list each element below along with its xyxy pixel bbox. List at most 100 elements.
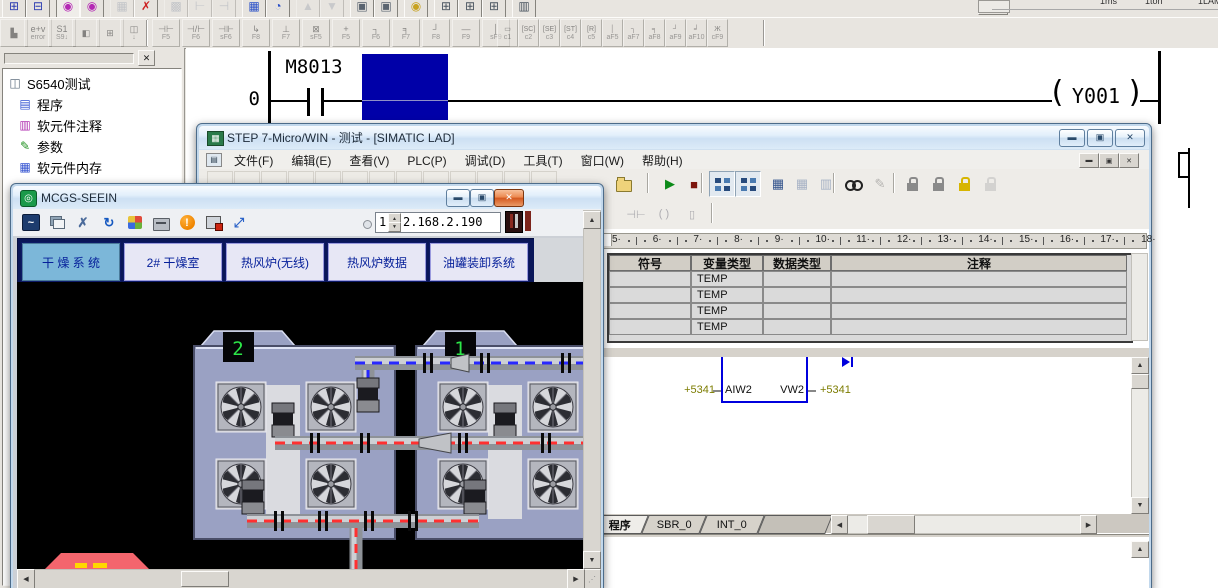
ladder-symbol-f8-button[interactable]: ┘F8 (422, 19, 450, 47)
menu-窗口w[interactable]: 窗口(W) (572, 150, 633, 171)
refresh-icon[interactable]: ↻ (99, 213, 119, 232)
scroll-down-icon[interactable]: ▼ (1131, 497, 1149, 514)
lock-icon[interactable] (899, 171, 925, 197)
close-panel-icon[interactable]: ✕ (138, 50, 155, 66)
minimize-button[interactable]: ▬ (1059, 129, 1085, 147)
runtime-monitor-icon[interactable]: ~ (21, 213, 41, 232)
ladder-mode2-icon[interactable]: ⊟ (26, 0, 50, 18)
network-edit-icon[interactable] (735, 171, 761, 197)
sidebar-item-device-memory[interactable]: ▦软元件内存 (17, 158, 102, 176)
mdi-minimize-button[interactable]: ▬ (1079, 153, 1099, 168)
screen-tab-3[interactable]: 热风炉(无线) (226, 243, 324, 281)
lock-open-icon[interactable] (925, 171, 951, 197)
table-cell-comment[interactable] (831, 319, 1127, 335)
table-cell-data_type[interactable] (763, 303, 831, 319)
mcgs-hscrollbar[interactable] (17, 569, 585, 588)
maximize-button[interactable]: ▣ (470, 189, 494, 207)
stamp-icon[interactable]: ▦ (110, 0, 134, 18)
ladder-symbol-f7-button[interactable]: ⊥F7 (272, 19, 300, 47)
ladder-symbol-af7-button[interactable]: ┐aF7 (623, 19, 644, 47)
scroll-left-icon[interactable]: ◀ (831, 515, 848, 534)
ladder-symbol-sf6-button[interactable]: ⊣⊩sF6 (212, 19, 240, 47)
table-cell-data_type[interactable] (763, 271, 831, 287)
find-monitor-icon[interactable]: ◉ (404, 0, 428, 18)
zoom-window-icon[interactable]: ◉ (56, 0, 80, 18)
close-button[interactable]: ✕ (494, 189, 524, 207)
program-status-icon[interactable] (841, 171, 867, 197)
insert-column-icon[interactable]: ⊞ (434, 0, 458, 18)
table-cell-comment[interactable] (831, 287, 1127, 303)
menu-工具t[interactable]: 工具(T) (514, 150, 571, 171)
close-button[interactable]: ✕ (1115, 129, 1145, 147)
column-header-data_type[interactable]: 数据类型 (763, 255, 831, 271)
maximize-button[interactable]: ▣ (1087, 129, 1113, 147)
menu-编辑e[interactable]: 编辑(E) (282, 150, 340, 171)
mdi-document-icon[interactable]: ▤ (206, 153, 222, 167)
table-cell-symbol[interactable] (609, 319, 691, 335)
windows-logo-icon[interactable] (125, 213, 145, 232)
lock-password-icon[interactable] (951, 171, 977, 197)
mcgs-vscrollbar[interactable] (583, 210, 601, 571)
screen-tab-5[interactable]: 油罐装卸系统 (430, 243, 528, 281)
ladder-mode-icon[interactable]: ⊞ (2, 0, 26, 18)
scroll-up-icon[interactable]: ▲ (1131, 541, 1149, 558)
ladder-symbol-f7-button[interactable]: ╕F7 (392, 19, 420, 47)
scroll-up-icon[interactable]: ▲ (1131, 357, 1149, 374)
symbol-table[interactable]: 符号变量类型数据类型注释TEMPTEMPTEMPTEMP (607, 253, 1133, 343)
ladder-symbol-c4-button[interactable]: [ST]c4 (560, 19, 581, 47)
table-cell-symbol[interactable] (609, 303, 691, 319)
screen-tab-4[interactable]: 热风炉数据 (328, 243, 426, 281)
table-cell-data_type[interactable] (763, 319, 831, 335)
device-icon[interactable] (151, 213, 171, 232)
column-header-symbol[interactable]: 符号 (609, 255, 691, 271)
ladder-symbol-af10-button[interactable]: ╛aF10 (686, 19, 707, 47)
ladder-symbol-sf5-button[interactable]: ⊠sF5 (302, 19, 330, 47)
open-folder-icon[interactable] (611, 171, 637, 197)
ladder-symbol-c3-button[interactable]: [SE]c3 (539, 19, 560, 47)
ladder-symbol-f9-button[interactable]: —F9 (452, 19, 480, 47)
horizontal-contact-icon[interactable]: ⊢ (188, 0, 212, 18)
scroll-thumb[interactable] (181, 571, 229, 587)
ladder-cursor-cell[interactable] (362, 54, 448, 120)
ladder-symbol-af5-button[interactable]: │aF5 (602, 19, 623, 47)
ladder-symbol-cf9-button[interactable]: ЖcF9 (707, 19, 728, 47)
ladder-symbol-c2-button[interactable]: [SC]c2 (518, 19, 539, 47)
hmi-mimic-canvas[interactable]: 2 1 (17, 282, 583, 569)
pattern-icon[interactable]: ▩ (164, 0, 188, 18)
menu-调试d[interactable]: 调试(D) (456, 150, 515, 171)
scroll-thumb[interactable] (867, 515, 915, 534)
chart-status-icon[interactable]: ▦ (789, 171, 815, 197)
chart-icon[interactable]: ▦ (765, 171, 791, 197)
scroll-down-icon[interactable]: ▼ (583, 551, 601, 569)
delete-red-icon[interactable]: ✗ (134, 0, 158, 18)
panel-grip[interactable] (4, 53, 134, 64)
table-cell-var_type[interactable]: TEMP (691, 303, 763, 319)
menu-帮助h[interactable]: 帮助(H) (633, 150, 692, 171)
furnace-shape[interactable] (45, 553, 149, 569)
vertical-contact-icon[interactable]: ⊣ (212, 0, 236, 18)
scroll-right-icon[interactable]: ▶ (567, 569, 585, 588)
tree-root[interactable]: ◫ S6540测试 (7, 74, 91, 92)
ladder-coil-icon[interactable]: ( ) (651, 201, 677, 227)
minimize-button[interactable]: ▬ (446, 189, 470, 207)
table-cell-comment[interactable] (831, 271, 1127, 287)
scroll-thumb[interactable] (1131, 374, 1149, 389)
column-header-var_type[interactable]: 变量类型 (691, 255, 763, 271)
scroll-up-icon[interactable]: ▲ (583, 211, 601, 229)
step7-titlebar[interactable]: ▦ STEP 7-Micro/WIN - 测试 - [SIMATIC LAD] (199, 126, 1149, 149)
ladder-contact-icon[interactable]: ⊣⊢ (623, 201, 649, 227)
spinner-down-icon[interactable]: ▼ (388, 222, 401, 232)
ladder-symbol-af8-button[interactable]: ╕aF8 (644, 19, 665, 47)
insert-column3-icon[interactable]: ⊞ (482, 0, 506, 18)
ladder-symbol-f8-button[interactable]: ↳F8 (242, 19, 270, 47)
menu-查看v[interactable]: 查看(V) (340, 150, 398, 171)
insert-column2-icon[interactable]: ⊞ (458, 0, 482, 18)
dark-panel-icon[interactable] (505, 211, 523, 233)
windows-cascade-icon[interactable] (47, 213, 67, 232)
table-cell-var_type[interactable]: TEMP (691, 271, 763, 287)
alert-icon[interactable]: ! (177, 213, 197, 232)
ladder-symbol-af9-button[interactable]: ┘aF9 (665, 19, 686, 47)
resize-grip[interactable]: ⋰ (583, 569, 601, 588)
pen-edit-icon[interactable]: ✎ (867, 171, 893, 197)
network-view-icon[interactable] (709, 171, 735, 197)
